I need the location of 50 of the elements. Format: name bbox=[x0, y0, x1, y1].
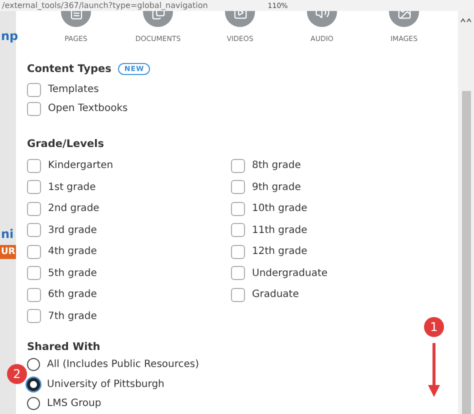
checkbox[interactable] bbox=[231, 266, 245, 280]
link-text: ni bbox=[0, 227, 15, 241]
checkbox[interactable] bbox=[27, 288, 41, 302]
checkbox[interactable] bbox=[27, 158, 41, 173]
banner-text: UR bbox=[0, 245, 16, 259]
scrollbar-thumb[interactable] bbox=[462, 91, 470, 414]
checkbox-label: Undergraduate bbox=[252, 268, 328, 279]
radio-button[interactable] bbox=[27, 358, 40, 372]
checkbox[interactable] bbox=[27, 244, 41, 259]
checkbox-label: 3rd grade bbox=[48, 224, 97, 236]
section-heading: Content Types bbox=[27, 63, 112, 75]
checkbox-label: 11th grade bbox=[252, 224, 308, 236]
checkbox-label: Open Textbooks bbox=[48, 103, 128, 114]
checkbox-label: Graduate bbox=[252, 289, 299, 300]
radio-button[interactable] bbox=[27, 378, 40, 391]
checkbox-label: 7th grade bbox=[48, 310, 97, 322]
radio-label: All (Includes Public Resources) bbox=[47, 359, 200, 370]
checkbox-label: 8th grade bbox=[252, 160, 301, 172]
checkbox[interactable] bbox=[27, 309, 41, 324]
radio-button[interactable] bbox=[27, 397, 40, 410]
checkbox[interactable] bbox=[27, 82, 41, 96]
checkbox[interactable] bbox=[231, 223, 245, 238]
checkbox-label: Kindergarten bbox=[48, 160, 114, 172]
checkbox-label: 4th grade bbox=[48, 246, 97, 258]
link-text: np bbox=[0, 29, 20, 43]
checkbox[interactable] bbox=[27, 202, 41, 216]
checkbox[interactable] bbox=[231, 288, 245, 302]
checkbox[interactable] bbox=[27, 266, 41, 280]
radio-label: LMS Group bbox=[47, 398, 102, 410]
checkbox-label: 12th grade bbox=[252, 246, 308, 258]
checkbox-label: 1st grade bbox=[48, 182, 96, 193]
address-text: /external_tools/367/launch?type=global_navigation bbox=[2, 0, 208, 10]
radio-label: University of Pittsburgh bbox=[47, 378, 164, 390]
checkbox-label: 6th grade bbox=[48, 289, 97, 300]
down-arrow bbox=[428, 343, 440, 397]
scroll-up-icon[interactable] bbox=[460, 17, 472, 23]
checkbox[interactable] bbox=[231, 244, 245, 259]
checkbox-label: 9th grade bbox=[252, 182, 301, 193]
checkbox[interactable] bbox=[231, 180, 245, 194]
checkbox-label: 2nd grade bbox=[48, 203, 100, 214]
checkbox-label: Templates bbox=[48, 84, 99, 95]
checkbox[interactable] bbox=[231, 202, 245, 216]
checkbox[interactable] bbox=[231, 158, 245, 173]
checkbox[interactable] bbox=[27, 102, 41, 116]
checkbox[interactable] bbox=[27, 223, 41, 238]
checkbox-label: 5th grade bbox=[48, 268, 97, 279]
section-heading: Shared With bbox=[27, 341, 100, 353]
checkbox[interactable] bbox=[27, 180, 41, 194]
section-heading: Grade/Levels bbox=[27, 138, 104, 150]
checkbox-label: 10th grade bbox=[252, 203, 308, 214]
